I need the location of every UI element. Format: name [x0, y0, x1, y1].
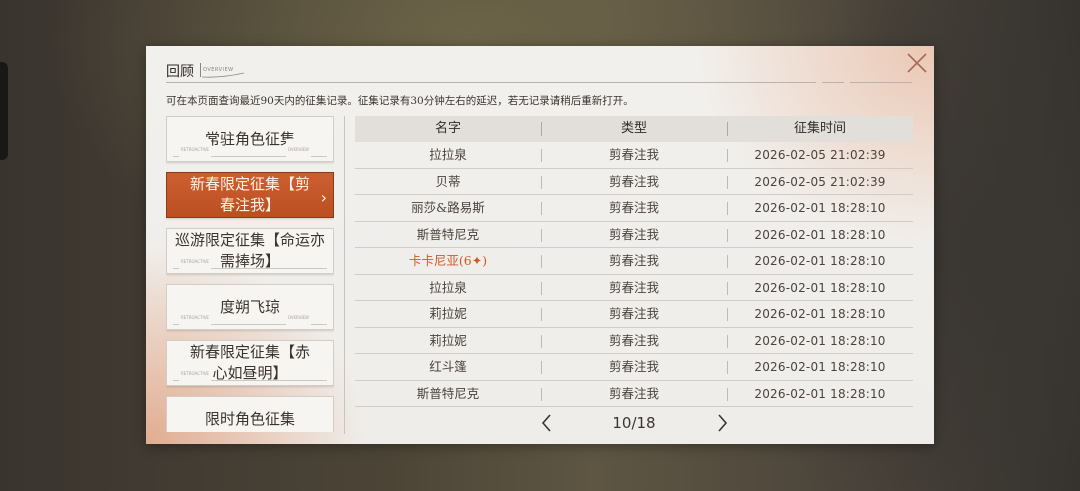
column-header-type: 类型 [620, 121, 647, 136]
cell-name: 莉拉妮 [429, 306, 467, 321]
cell-time: 2026-02-05 21:02:39 [754, 174, 886, 189]
dialog-title: 回顾 [166, 64, 194, 80]
chevron-right-icon: › [320, 188, 327, 207]
banner-item-dushuo[interactable]: 度朔飞琼 RETROACTIVE OVERVIEW [166, 284, 334, 330]
table-row: 拉拉泉 剪春注我 2026-02-01 18:28:10 [355, 275, 913, 301]
cell-name: 丽莎&路易斯 [411, 200, 485, 215]
cell-name: 红斗篷 [429, 359, 467, 374]
table-row: 斯普特尼克 剪春注我 2026-02-01 18:28:10 [355, 222, 913, 248]
table-row: 莉拉妮 剪春注我 2026-02-01 18:28:10 [355, 301, 913, 328]
banner-item-label: 常驻角色征集 [204, 129, 295, 148]
cell-time: 2026-02-01 18:28:10 [754, 201, 886, 215]
item-decoration-tag: OVERVIEW [285, 139, 311, 160]
title-swoosh-decoration [202, 72, 244, 78]
cell-name: 贝蒂 [435, 173, 461, 189]
item-decoration-tag: OVERVIEW [285, 307, 311, 328]
chevron-right-icon [718, 414, 728, 432]
banner-item-label: 度朔飞琼 [219, 297, 280, 316]
cell-name: 拉拉泉 [429, 279, 467, 295]
header-divider [166, 82, 816, 83]
page-indicator: 10/18 [612, 414, 656, 432]
item-decoration-tag: RETROACTIVE [179, 307, 211, 328]
table-row: 斯普特尼克 剪春注我 2026-02-01 18:28:10 [355, 381, 913, 407]
banner-item-label: 新春限定征集【剪春注我】 [189, 175, 310, 214]
cell-type: 剪春注我 [608, 200, 659, 215]
cell-type: 剪春注我 [608, 147, 659, 162]
cell-time: 2026-02-01 18:28:10 [754, 360, 886, 374]
pagination: 10/18 [355, 412, 913, 434]
item-decoration-tag: RETROACTIVE [179, 363, 211, 384]
table-row: 红斗篷 剪春注我 2026-02-01 18:28:10 [355, 354, 913, 381]
cell-type: 剪春注我 [608, 226, 659, 242]
side-edge-handle [0, 62, 8, 160]
cell-name: 卡卡尼亚(6✦) [408, 253, 488, 268]
table-row: 贝蒂 剪春注我 2026-02-05 21:02:39 [355, 169, 913, 195]
history-dialog: 回顾 OVERVIEW 可在本页面查询最近90天内的征集记录。征集记录有30分钟… [146, 46, 934, 444]
cell-time: 2026-02-01 18:28:10 [754, 333, 886, 348]
header-divider-segment [822, 82, 844, 83]
next-page-button[interactable] [712, 412, 732, 434]
column-header-name: 名字 [434, 121, 461, 136]
close-button[interactable] [904, 50, 930, 76]
cell-type: 剪春注我 [608, 279, 659, 295]
cell-time: 2026-02-01 18:28:10 [754, 280, 886, 295]
cell-type: 剪春注我 [608, 306, 659, 321]
banner-item-spring-limited[interactable]: 新春限定征集【剪春注我】 › [166, 172, 334, 218]
table-row: 莉拉妮 剪春注我 2026-02-01 18:28:10 [355, 328, 913, 354]
prev-page-button[interactable] [537, 412, 557, 434]
banner-item-spring-limited-2[interactable]: 新春限定征集【赤心如昼明】 RETROACTIVE [166, 340, 334, 386]
item-decoration-tag: RETROACTIVE [179, 251, 211, 272]
notice-text: 可在本页面查询最近90天内的征集记录。征集记录有30分钟左右的延迟，若无记录请稍… [166, 95, 634, 107]
banner-list: 常驻角色征集 RETROACTIVE OVERVIEW 新春限定征集【剪春注我】… [166, 116, 334, 432]
item-decoration-tag: RETROACTIVE [179, 139, 211, 160]
cell-time: 2026-02-01 18:28:10 [754, 227, 886, 242]
chevron-left-icon [541, 414, 551, 432]
cell-name: 拉拉泉 [429, 147, 467, 162]
cell-type: 剪春注我 [608, 253, 659, 268]
table-row: 丽莎&路易斯 剪春注我 2026-02-01 18:28:10 [355, 195, 913, 222]
table-header: 名字 类型 征集时间 [355, 116, 913, 142]
banner-item-label: 限时角色征集 [204, 409, 295, 428]
cell-name: 莉拉妮 [429, 332, 467, 348]
cell-type: 剪春注我 [608, 385, 659, 401]
table-body: 拉拉泉 剪春注我 2026-02-05 21:02:39 贝蒂 剪春注我 2026-02-… [355, 142, 913, 407]
cell-type: 剪春注我 [608, 332, 659, 348]
panel-divider [344, 116, 345, 434]
banner-item-timed[interactable]: 限时角色征集 [166, 396, 334, 432]
record-table: 名字 类型 征集时间 拉拉泉 剪春注我 2026-02-05 21:02:39 贝蒂剪… [355, 116, 913, 407]
table-row: 卡卡尼亚(6✦) 剪春注我 2026-02-01 18:28:10 [355, 248, 913, 275]
close-icon [907, 53, 927, 73]
banner-item-standard[interactable]: 常驻角色征集 RETROACTIVE OVERVIEW [166, 116, 334, 162]
table-row: 拉拉泉 剪春注我 2026-02-05 21:02:39 [355, 142, 913, 169]
header-divider-segment [850, 82, 912, 83]
cell-name: 斯普特尼克 [416, 385, 480, 401]
title-divider [200, 63, 201, 77]
cell-type: 剪春注我 [608, 359, 659, 374]
banner-item-tour-limited[interactable]: 巡游限定征集【命运亦需捧场】 RETROACTIVE [166, 228, 334, 274]
cell-name: 斯普特尼克 [416, 226, 480, 242]
cell-type: 剪春注我 [608, 173, 659, 189]
cell-time: 2026-02-05 21:02:39 [754, 148, 886, 162]
cell-time: 2026-02-01 18:28:10 [754, 254, 886, 268]
column-header-time: 征集时间 [793, 121, 846, 136]
cell-time: 2026-02-01 18:28:10 [754, 386, 886, 401]
cell-time: 2026-02-01 18:28:10 [754, 307, 886, 321]
